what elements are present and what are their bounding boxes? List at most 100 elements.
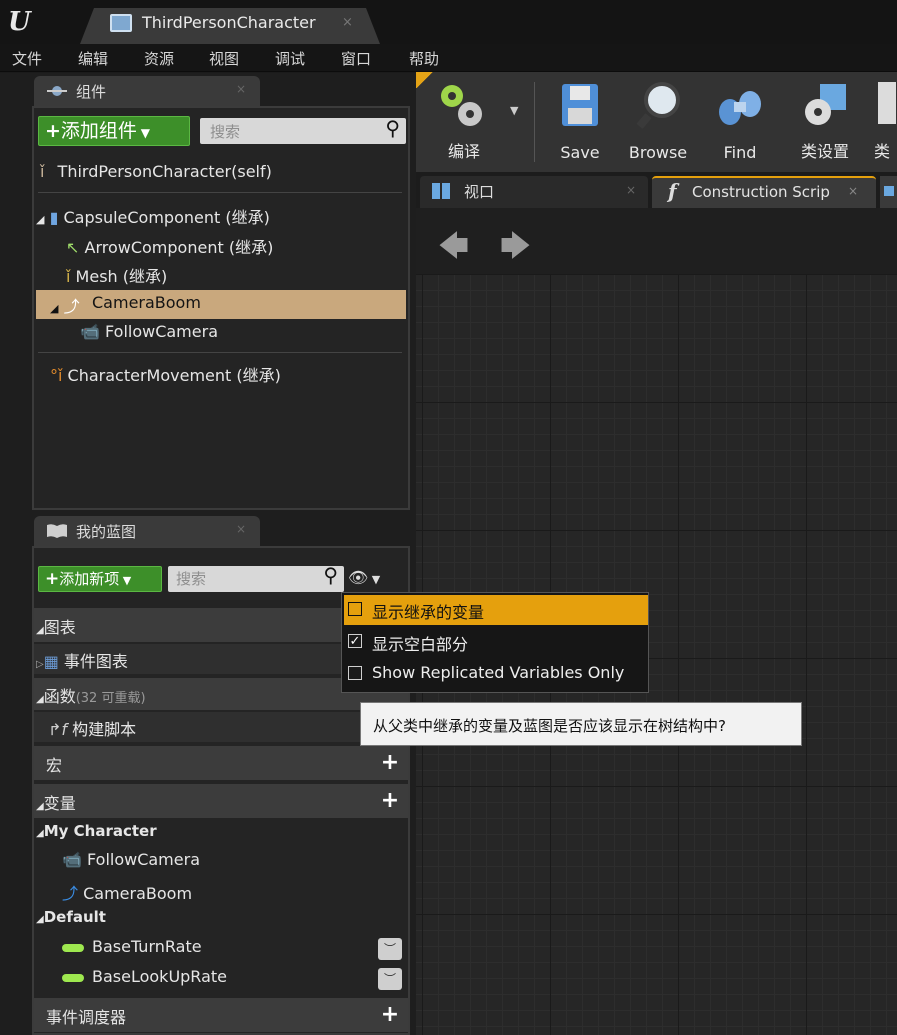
menu-item-show-empty-sections[interactable]: ✓ 显示空白部分 xyxy=(344,627,648,657)
class-defaults-icon xyxy=(878,82,896,124)
function-icon: f xyxy=(668,179,677,203)
my-blueprint-tab[interactable]: 我的蓝图 × xyxy=(34,516,260,546)
expand-arrow-icon: ◢ xyxy=(36,801,44,812)
menu-item-show-inherited[interactable]: 显示继承的变量 xyxy=(344,595,648,625)
menu-view[interactable]: 视图 xyxy=(209,48,239,69)
search-icon: ⚲ xyxy=(385,116,400,140)
close-icon[interactable]: × xyxy=(848,184,858,198)
magnifier-icon xyxy=(636,82,680,129)
class-defaults-button[interactable]: 类 xyxy=(872,80,897,164)
tab-construction-label: Construction Scrip xyxy=(692,183,830,201)
divider xyxy=(534,82,535,162)
tab-overflow[interactable] xyxy=(880,176,897,208)
find-button[interactable]: Find xyxy=(708,80,772,164)
category-label: 宏 xyxy=(46,756,63,775)
class-settings-button[interactable]: 类设置 xyxy=(788,80,862,164)
search-icon: ⚲ xyxy=(323,563,338,587)
category-variables[interactable]: ◢变量 xyxy=(34,784,408,818)
add-component-label: 添加组件 xyxy=(60,120,137,142)
variable-label: FollowCamera xyxy=(87,850,200,869)
menu-item-label: 显示继承的变量 xyxy=(372,603,485,622)
components-tab-label: 组件 xyxy=(76,83,107,101)
graph-icon: ▦ xyxy=(43,652,59,671)
add-variable-button[interactable]: + xyxy=(378,790,402,812)
menu-item-label: Show Replicated Variables Only xyxy=(372,663,625,682)
visibility-toggle-icon[interactable]: ︶ xyxy=(378,968,402,990)
close-icon[interactable]: × xyxy=(626,183,636,197)
checkbox-unchecked-icon[interactable] xyxy=(348,666,362,680)
browse-button[interactable]: Browse xyxy=(622,80,694,164)
plus-icon: + xyxy=(45,569,60,589)
menu-debug[interactable]: 调试 xyxy=(275,48,305,69)
blueprint-search-input[interactable]: 搜索 ⚲ xyxy=(168,563,344,592)
camera-variable-icon: 📹 xyxy=(62,850,82,869)
document-tab[interactable]: ThirdPersonCharacter × xyxy=(80,8,380,44)
variable-item[interactable]: BaseLookUpRate xyxy=(62,967,227,986)
class-settings-icon xyxy=(805,84,846,125)
tree-item-label: CapsuleComponent (继承) xyxy=(63,208,270,227)
title-bar: U ThirdPersonCharacter × xyxy=(0,0,897,44)
category-event-dispatchers[interactable]: 事件调度器 xyxy=(34,998,408,1032)
construction-script-item[interactable]: ↱f 构建脚本 xyxy=(34,712,408,742)
menu-window[interactable]: 窗口 xyxy=(341,48,371,69)
variable-item[interactable]: BaseTurnRate xyxy=(62,937,202,956)
components-panel: +添加组件 ▼ 搜索 ⚲ ǐ ThirdPersonCharacter(self… xyxy=(32,106,410,510)
components-search-input[interactable]: 搜索 ⚲ xyxy=(200,116,406,144)
tree-item-arrow[interactable]: ↖ ArrowComponent (继承) xyxy=(66,234,273,258)
tree-item-mesh[interactable]: ǐ Mesh (继承) xyxy=(66,263,167,287)
forward-arrow-icon[interactable]: 🡆 xyxy=(500,224,531,275)
tree-item-followcamera[interactable]: 📹 FollowCamera xyxy=(80,322,218,341)
tooltip-text: 从父类中继承的变量及蓝图是否应该显示在树结构中? xyxy=(373,717,726,735)
blueprint-book-icon xyxy=(110,14,132,32)
self-component-item[interactable]: ǐ ThirdPersonCharacter(self) xyxy=(40,162,272,181)
divider xyxy=(38,192,402,193)
save-button[interactable]: Save xyxy=(554,80,606,164)
dropdown-arrow-icon: ▼ xyxy=(119,574,132,587)
menu-file[interactable]: 文件 xyxy=(12,48,42,69)
group-label: My Character xyxy=(43,822,157,840)
close-icon[interactable]: × xyxy=(342,15,353,30)
movement-icon: °ǐ xyxy=(50,366,63,385)
tree-item-capsule[interactable]: ◢ ▮ CapsuleComponent (继承) xyxy=(36,204,270,228)
dropdown-arrow-icon: ▼ xyxy=(368,573,381,586)
close-icon[interactable]: × xyxy=(236,522,246,536)
tab-construction-script[interactable]: f Construction Scrip × xyxy=(652,176,876,208)
checkbox-unchecked-icon[interactable] xyxy=(348,602,362,616)
tree-item-movement[interactable]: °ǐ CharacterMovement (继承) xyxy=(50,362,281,386)
float-pill-icon xyxy=(62,974,84,982)
menu-edit[interactable]: 编辑 xyxy=(78,48,108,69)
category-macros[interactable]: 宏 xyxy=(34,746,408,780)
compile-button[interactable]: ▼ 编译 xyxy=(424,80,518,164)
visibility-toggle-icon[interactable]: ︶ xyxy=(378,938,402,960)
tree-item-cameraboom-selected[interactable]: ◢ ⤴ CameraBoom xyxy=(36,290,406,319)
tab-viewport[interactable]: 视口 × xyxy=(420,176,648,208)
category-label: 函数 xyxy=(43,687,76,706)
category-label: 事件调度器 xyxy=(46,1008,127,1027)
tab-viewport-label: 视口 xyxy=(464,183,495,201)
components-tab[interactable]: 组件 × xyxy=(34,76,260,106)
dropdown-arrow-icon: ▼ xyxy=(510,104,519,117)
add-new-button[interactable]: +添加新项 ▼ xyxy=(38,566,162,592)
checkbox-checked-icon[interactable]: ✓ xyxy=(348,634,362,649)
variable-item[interactable]: 📹 FollowCamera xyxy=(62,850,200,869)
book-icon xyxy=(47,524,67,538)
expand-arrow-icon: ◢ xyxy=(36,694,44,705)
menu-item-replicated-only[interactable]: Show Replicated Variables Only xyxy=(344,659,648,689)
variable-group-default[interactable]: ◢Default xyxy=(36,908,106,926)
add-macro-button[interactable]: + xyxy=(378,752,402,774)
menu-asset[interactable]: 资源 xyxy=(144,48,174,69)
add-component-button[interactable]: +添加组件 ▼ xyxy=(38,116,190,146)
variable-item[interactable]: ⤴ CameraBoom xyxy=(62,880,192,904)
expand-arrow-icon: ◢ ⤴ xyxy=(50,297,80,316)
back-arrow-icon[interactable]: 🡄 xyxy=(438,224,469,275)
menu-help[interactable]: 帮助 xyxy=(409,48,439,69)
group-label: Default xyxy=(43,908,106,926)
add-event-dispatcher-button[interactable]: + xyxy=(378,1004,402,1026)
close-icon[interactable]: × xyxy=(236,82,246,96)
compile-gears-icon xyxy=(441,85,482,126)
character-icon: ǐ xyxy=(40,162,45,181)
unreal-logo-icon[interactable]: U xyxy=(8,6,44,38)
view-options-button[interactable]: 👁 ▼ xyxy=(348,568,398,590)
variable-group-my-character[interactable]: ◢My Character xyxy=(36,822,157,840)
collapsed-arrow-icon: ▷ xyxy=(36,659,44,670)
